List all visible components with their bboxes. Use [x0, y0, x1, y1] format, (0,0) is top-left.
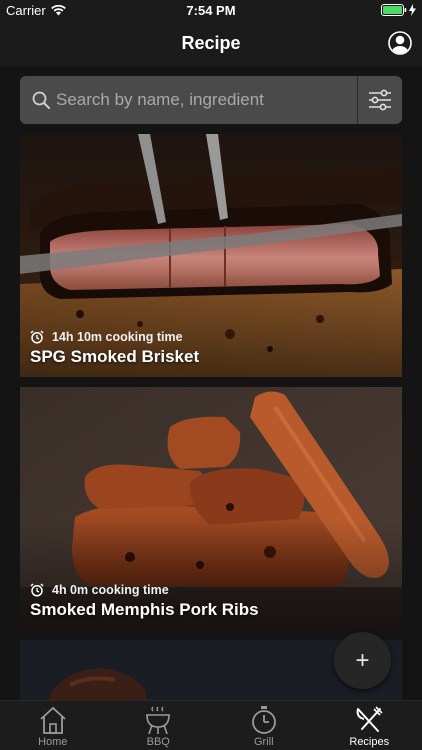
timer-icon	[251, 706, 276, 734]
filter-button[interactable]	[357, 76, 402, 124]
profile-icon	[388, 31, 412, 55]
cooking-time-label: 4h 0m cooking time	[52, 583, 169, 597]
filter-sliders-icon	[369, 89, 391, 111]
page-title: Recipe	[181, 33, 241, 53]
fork-knife-icon	[356, 706, 383, 732]
status-time: 7:54 PM	[186, 3, 236, 18]
home-icon	[40, 706, 66, 734]
charging-bolt-icon	[409, 4, 416, 16]
tab-label: Home	[38, 736, 68, 748]
search-icon	[32, 91, 50, 109]
profile-button[interactable]	[388, 31, 412, 55]
tab-label: Grill	[253, 736, 274, 748]
tab-grill[interactable]: Grill	[211, 701, 317, 750]
search-field[interactable]	[20, 76, 357, 124]
plus-icon: +	[355, 646, 370, 674]
cooking-time: 4h 0m cooking time	[30, 583, 259, 597]
tab-home[interactable]: Home	[0, 701, 106, 750]
add-recipe-button[interactable]: +	[334, 632, 391, 689]
tab-label: BBQ	[146, 736, 170, 748]
tab-bar: Home BBQ Grill Recipes	[0, 700, 422, 750]
tab-label: Recipes	[349, 736, 390, 748]
bbq-grill-icon	[146, 706, 171, 735]
battery-icon	[381, 4, 407, 16]
battery-indicator	[381, 4, 416, 16]
tab-bbq[interactable]: BBQ	[106, 701, 212, 750]
tab-recipes[interactable]: Recipes	[317, 701, 422, 750]
recipe-card-info: 4h 0m cooking time Smoked Memphis Pork R…	[30, 583, 259, 620]
recipe-name: Smoked Memphis Pork Ribs	[30, 600, 259, 619]
alarm-clock-icon	[30, 583, 44, 597]
recipe-card-info: 14h 10m cooking time SPG Smoked Brisket	[30, 330, 199, 367]
alarm-clock-icon	[30, 330, 44, 344]
navigation-bar: Recipe	[0, 22, 422, 66]
search-input[interactable]	[56, 90, 346, 110]
status-bar: Carrier 7:54 PM	[0, 0, 422, 22]
cooking-time: 14h 10m cooking time	[30, 330, 199, 344]
search-bar	[20, 76, 402, 124]
recipe-name: SPG Smoked Brisket	[30, 347, 200, 366]
recipe-card[interactable]: 4h 0m cooking time Smoked Memphis Pork R…	[20, 387, 402, 630]
cooking-time-label: 14h 10m cooking time	[52, 330, 183, 344]
recipe-card[interactable]: 14h 10m cooking time SPG Smoked Brisket	[20, 134, 402, 377]
